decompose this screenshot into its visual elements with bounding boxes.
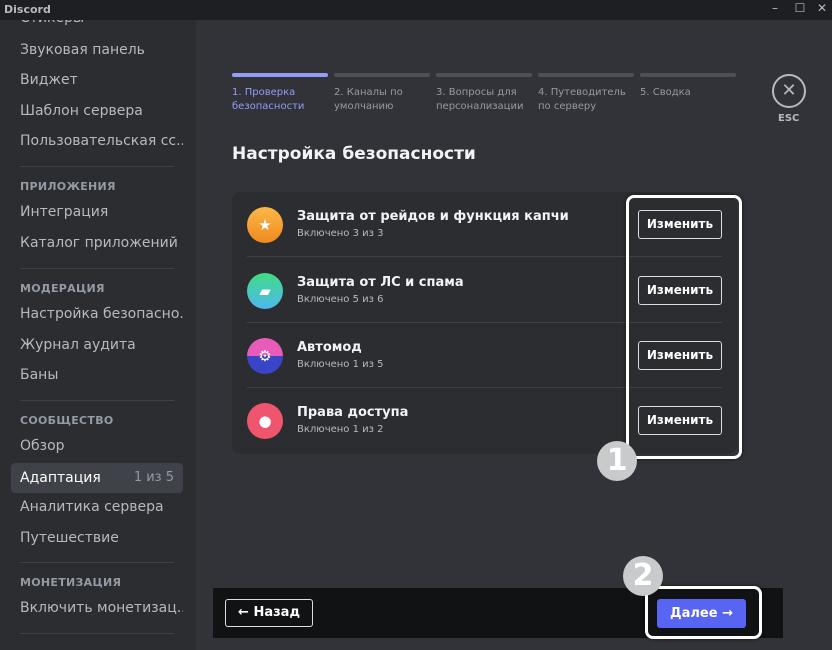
step-3[interactable]: 3. Вопросы для персонализации <box>436 73 532 114</box>
highlight-box-2 <box>645 586 762 639</box>
sidebar-item-overview[interactable]: Обзор <box>11 431 183 461</box>
step-progress-bar <box>640 73 736 77</box>
sidebar-item-app-directory[interactable]: Каталог приложений <box>11 228 183 258</box>
item-status: Включено 3 из 3 <box>297 228 384 239</box>
sidebar-item-discovery[interactable]: Путешествие <box>11 523 183 553</box>
close-icon[interactable]: ✕ <box>772 74 806 108</box>
item-title: Права доступа <box>297 405 409 420</box>
item-title: Автомод <box>297 340 362 355</box>
sidebar-item-audit-log[interactable]: Журнал аудита <box>11 330 183 360</box>
minimize-button[interactable]: – <box>765 1 785 15</box>
title-bar: Discord – ☐ ✕ <box>0 0 832 20</box>
section-header-moderation: МОДЕРАЦИЯ <box>20 282 105 295</box>
divider <box>20 268 174 269</box>
divider <box>20 562 174 563</box>
section-header-community: СООБЩЕСТВО <box>20 414 114 427</box>
section-header-monetization: МОНЕТИЗАЦИЯ <box>20 576 122 589</box>
sidebar-item-server-insights[interactable]: Аналитика сервера <box>11 492 183 522</box>
divider <box>20 633 174 634</box>
step-1[interactable]: 1. Проверка безопасности <box>232 73 328 114</box>
sidebar-item-server-template[interactable]: Шаблон сервера <box>11 96 183 126</box>
annotation-number-1: 1 <box>597 441 637 481</box>
highlight-box-1 <box>626 195 742 459</box>
esc-label: ESC <box>778 113 800 124</box>
sidebar-item-custom-link[interactable]: Пользовательская сс... <box>11 126 183 156</box>
maximize-button[interactable]: ☐ <box>790 1 810 15</box>
divider <box>20 166 174 167</box>
step-label: 2. Каналы по умолчанию <box>334 87 403 112</box>
app-name: Discord <box>4 3 51 16</box>
divider <box>20 400 174 401</box>
item-title: Защита от ЛС и спама <box>297 275 464 290</box>
settings-sidebar: Стикеры Звуковая панель Виджет Шаблон се… <box>0 0 196 650</box>
sidebar-item-safety-setup[interactable]: Настройка безопасно... <box>11 299 183 329</box>
step-4[interactable]: 4. Путеводитель по серверу <box>538 73 634 114</box>
shield-star-icon: ★ <box>247 207 283 243</box>
sidebar-item-onboarding[interactable]: Адаптация 1 из 5 <box>11 463 183 493</box>
step-count-badge: 1 из 5 <box>133 470 174 485</box>
step-5[interactable]: 5. Сводка <box>640 73 736 100</box>
step-label: 4. Путеводитель по серверу <box>538 87 626 112</box>
step-progress-bar <box>334 73 430 77</box>
item-status: Включено 5 из 6 <box>297 294 384 305</box>
annotation-number-2: 2 <box>623 556 663 596</box>
step-progress-bar <box>436 73 532 77</box>
automod-robot-icon: ⚙ <box>247 338 283 374</box>
item-title: Защита от рейдов и функция капчи <box>297 209 569 224</box>
sidebar-item-enable-monetization[interactable]: Включить монетизац... <box>11 593 183 623</box>
chat-bubble-icon: ▰ <box>247 273 283 309</box>
item-status: Включено 1 из 2 <box>297 424 384 435</box>
sidebar-item-widget[interactable]: Виджет <box>11 65 183 95</box>
step-label: 3. Вопросы для персонализации <box>436 87 524 112</box>
step-label: 5. Сводка <box>640 87 691 98</box>
step-2[interactable]: 2. Каналы по умолчанию <box>334 73 430 114</box>
sidebar-item-label: Адаптация <box>20 470 101 486</box>
sidebar-item-soundboard[interactable]: Звуковая панель <box>11 35 183 65</box>
close-window-button[interactable]: ✕ <box>812 1 832 15</box>
page-title: Настройка безопасности <box>232 144 476 164</box>
sidebar-item-integrations[interactable]: Интеграция <box>11 197 183 227</box>
step-label: 1. Проверка безопасности <box>232 87 305 112</box>
section-header-apps: ПРИЛОЖЕНИЯ <box>20 180 116 193</box>
back-button[interactable]: ← Назад <box>225 599 313 627</box>
item-status: Включено 1 из 5 <box>297 359 384 370</box>
step-progress-bar <box>232 73 328 77</box>
shield-user-icon: ● <box>247 403 283 439</box>
step-progress-bar <box>538 73 634 77</box>
sidebar-item-bans[interactable]: Баны <box>11 360 183 390</box>
